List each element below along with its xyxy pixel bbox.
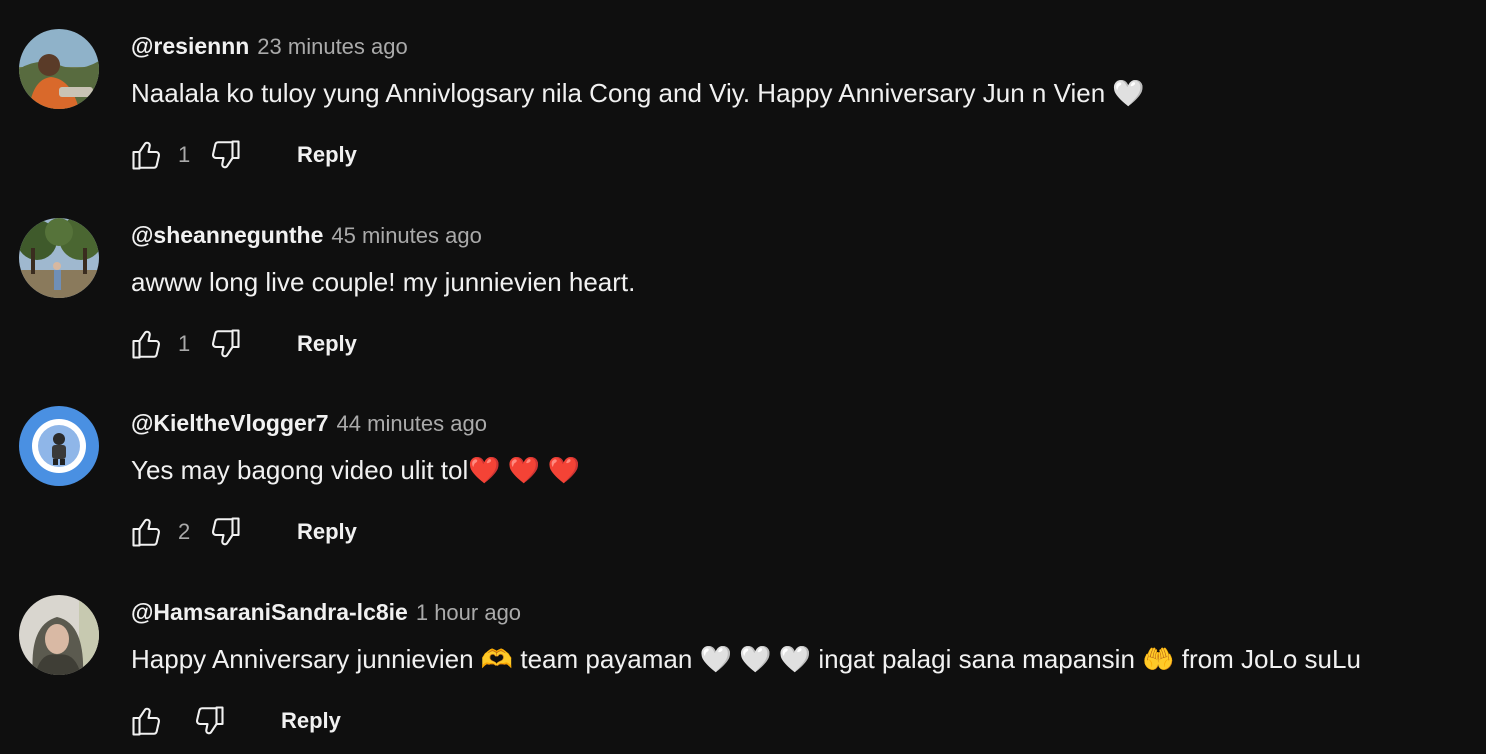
thumbs-up-icon: [132, 330, 160, 359]
avatar-photo-icon: [19, 595, 99, 675]
thumbs-up-icon: [132, 707, 160, 736]
avatar[interactable]: [19, 218, 99, 298]
thumbs-down-icon: [212, 517, 240, 546]
comment-body: awww long live couple! my junnievien hea…: [131, 267, 636, 297]
avatar-cartoon-icon: [19, 406, 99, 486]
author-name[interactable]: @sheannegunthe: [131, 222, 323, 249]
dislike-button[interactable]: [206, 513, 244, 551]
reply-button[interactable]: Reply: [297, 519, 357, 545]
comment-text: Naalala ko tuloy yung Annivlogsary nila …: [131, 76, 1145, 110]
comment-actions: 1 Reply: [128, 324, 357, 364]
like-button[interactable]: [128, 136, 166, 174]
avatar-photo-icon: [19, 218, 99, 298]
white-heart-emoji: 🤍: [1105, 78, 1145, 108]
comment-header: @KieltheVlogger7 44 minutes ago: [131, 410, 487, 440]
dislike-button[interactable]: [206, 325, 244, 363]
reply-button[interactable]: Reply: [297, 331, 357, 357]
comment-header: @sheannegunthe 45 minutes ago: [131, 222, 482, 252]
reply-button[interactable]: Reply: [281, 708, 341, 734]
avatar[interactable]: [19, 406, 99, 486]
comment-item: @KieltheVlogger7 44 minutes ago Yes may …: [0, 377, 1486, 566]
like-count: 2: [178, 519, 191, 544]
comment-timestamp[interactable]: 45 minutes ago: [331, 223, 481, 249]
thumbs-up-icon: [132, 141, 160, 170]
comments-list: @resiennn 23 minutes ago Naalala ko tulo…: [0, 0, 1486, 754]
like-button[interactable]: [128, 513, 166, 551]
comment-body: Happy Anniversary junnievien 🫶 team paya…: [131, 644, 1361, 674]
comment-actions: 1 Reply: [128, 135, 357, 175]
comment-timestamp[interactable]: 44 minutes ago: [337, 411, 487, 437]
thumbs-up-icon: [132, 518, 160, 547]
dislike-button[interactable]: [190, 702, 228, 740]
comment-text: awww long live couple! my junnievien hea…: [131, 265, 635, 299]
author-name[interactable]: @HamsaraniSandra-lc8ie: [131, 599, 408, 626]
comment-body: Naalala ko tuloy yung Annivlogsary nila …: [131, 78, 1106, 108]
comment-header: @HamsaraniSandra-lc8ie 1 hour ago: [131, 599, 521, 629]
comment-actions: 2 Reply: [128, 512, 357, 552]
thumbs-down-icon: [212, 329, 240, 358]
comment-timestamp[interactable]: 23 minutes ago: [257, 34, 407, 60]
author-name[interactable]: @resiennn: [131, 33, 249, 60]
comment-item: @sheannegunthe 45 minutes ago awww long …: [0, 189, 1486, 378]
avatar[interactable]: [19, 29, 99, 109]
comment-header: @resiennn 23 minutes ago: [131, 33, 408, 63]
thumbs-down-icon: [212, 140, 240, 169]
like-count: 1: [178, 331, 191, 356]
comment-timestamp[interactable]: 1 hour ago: [416, 600, 521, 626]
avatar[interactable]: [19, 595, 99, 675]
thumbs-down-icon: [196, 706, 224, 735]
comment-text: Yes may bagong video ulit tol❤️ ❤️ ❤️: [131, 453, 580, 487]
comment-item: @resiennn 23 minutes ago Naalala ko tulo…: [0, 0, 1486, 189]
red-heart-emoji: ❤️ ❤️ ❤️: [468, 455, 580, 485]
like-count: 1: [178, 142, 191, 167]
comment-text: Happy Anniversary junnievien 🫶 team paya…: [131, 642, 1361, 676]
reply-button[interactable]: Reply: [297, 142, 357, 168]
comment-item: @HamsaraniSandra-lc8ie 1 hour ago Happy …: [0, 566, 1486, 754]
like-button[interactable]: [128, 702, 166, 740]
avatar-photo-icon: [19, 29, 99, 109]
dislike-button[interactable]: [206, 136, 244, 174]
author-name[interactable]: @KieltheVlogger7: [131, 410, 329, 437]
comment-actions: Reply: [128, 701, 341, 741]
comment-body: Yes may bagong video ulit tol: [131, 455, 469, 485]
like-button[interactable]: [128, 325, 166, 363]
